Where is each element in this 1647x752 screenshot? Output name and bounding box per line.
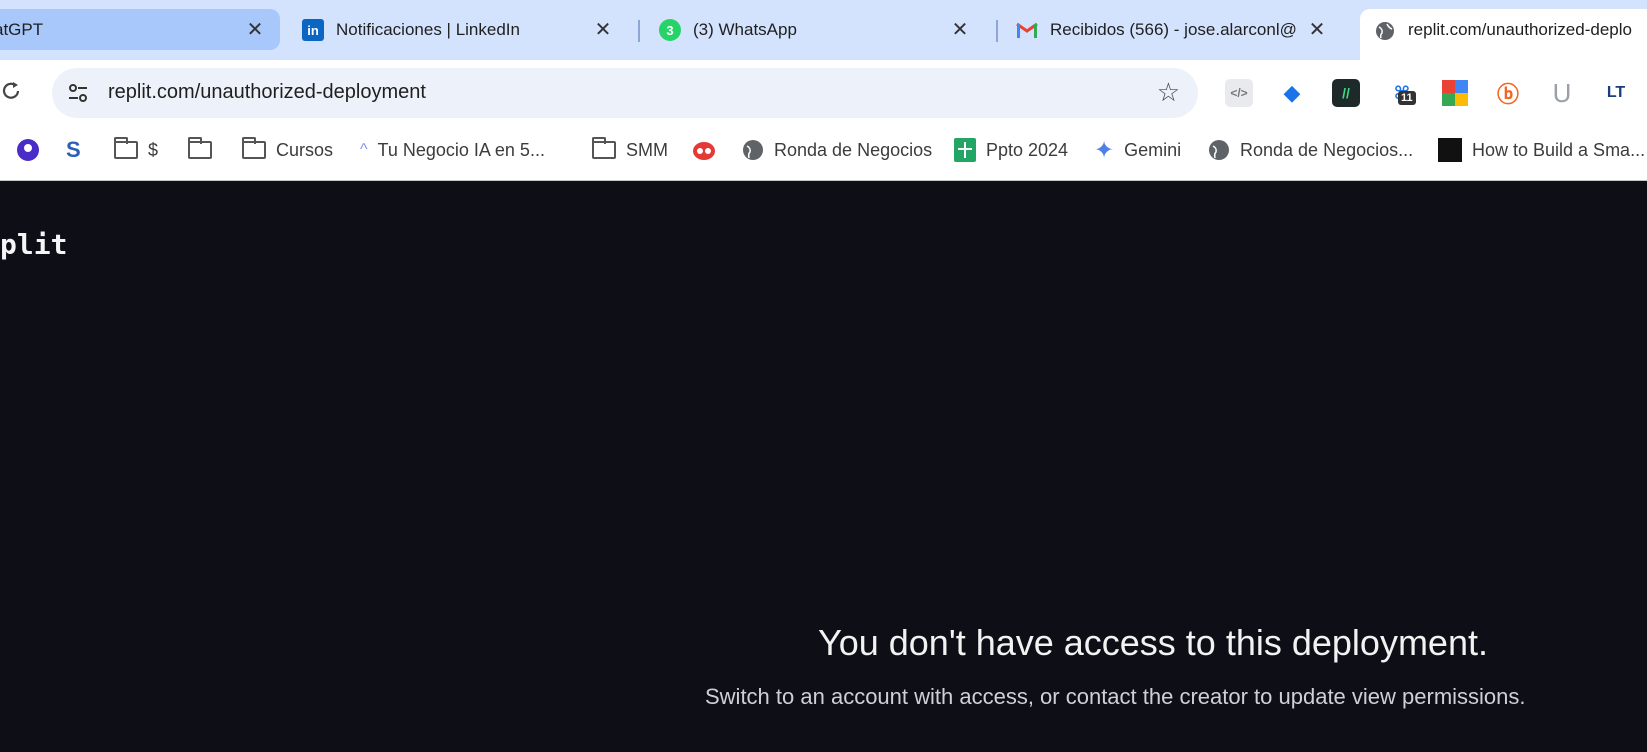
code-extension-icon[interactable]: </> (1225, 79, 1253, 107)
extension-badge-count: 11 (1398, 91, 1416, 105)
bookmark-folder-dollar[interactable]: $ (114, 137, 158, 163)
browser-toolbar: replit.com/unauthorized-deployment ☆ </>… (0, 60, 1647, 119)
tab-whatsapp[interactable]: 3 (3) WhatsApp ✕ (645, 9, 985, 51)
linkedin-icon: in (302, 19, 324, 41)
bitly-extension-icon[interactable]: ⓑ (1494, 79, 1522, 107)
bookmark-label: How to Build a Sma... (1472, 139, 1646, 160)
close-icon[interactable]: ✕ (1306, 20, 1328, 40)
address-bar[interactable]: replit.com/unauthorized-deployment ☆ (52, 68, 1198, 118)
bookmark-label: Tu Negocio IA en 5... (377, 139, 545, 160)
replit-logo[interactable]: plit (0, 228, 67, 261)
close-icon[interactable]: ✕ (949, 20, 971, 40)
bookmark-label: Ppto 2024 (986, 139, 1069, 160)
tab-title: (3) WhatsApp (693, 20, 797, 39)
bookmark-location[interactable] (16, 137, 50, 163)
tab-replit-active[interactable]: replit.com/unauthorized-deplo (1360, 9, 1647, 60)
tab-chatgpt[interactable]: atGPT ✕ (0, 9, 280, 50)
u-extension-icon[interactable]: U (1548, 78, 1576, 108)
wappalyzer-extension-icon[interactable]: // (1332, 79, 1360, 107)
globe-icon (1374, 20, 1396, 42)
whatsapp-icon: 3 (659, 19, 681, 41)
tab-separator (996, 20, 998, 42)
bookmark-tu-negocio[interactable]: ^ Tu Negocio IA en 5... (360, 137, 545, 163)
bookmark-star-icon[interactable]: ☆ (1157, 79, 1180, 105)
tab-linkedin[interactable]: in Notificaciones | LinkedIn ✕ (288, 9, 628, 51)
bookmark-label: SMM (626, 139, 668, 160)
bookmark-label: Ronda de Negocios (774, 139, 933, 160)
bookmark-ronda-negocios-2[interactable]: Ronda de Negocios... (1208, 137, 1413, 163)
google-maps-extension-icon[interactable] (1441, 79, 1469, 107)
bookmark-label: Ronda de Negocios... (1240, 139, 1414, 160)
globe-icon (742, 139, 764, 161)
bookmark-folder[interactable] (188, 137, 222, 163)
video-thumb-icon (1438, 138, 1462, 162)
close-icon[interactable]: ✕ (592, 20, 614, 40)
bookmark-folder-cursos[interactable]: Cursos (242, 137, 333, 163)
page-subtitle: Switch to an account with access, or con… (705, 684, 1526, 709)
tab-strip: atGPT ✕ in Notificaciones | LinkedIn ✕ 3… (0, 0, 1647, 60)
tab-title: replit.com/unauthorized-deplo (1408, 20, 1632, 39)
location-pin-icon (16, 138, 40, 162)
bookmark-label: $ (148, 139, 159, 160)
reload-icon[interactable] (0, 80, 22, 102)
url-text[interactable]: replit.com/unauthorized-deployment (108, 81, 426, 104)
folder-icon (592, 137, 616, 159)
bookmark-label: Gemini (1124, 139, 1182, 160)
tab-title: Notificaciones | LinkedIn (336, 20, 520, 39)
page-content: plit You don't have access to this deplo… (0, 182, 1647, 752)
tab-title: atGPT (0, 19, 44, 39)
tab-separator (638, 20, 640, 42)
languagetool-extension-icon[interactable]: LT (1602, 79, 1630, 107)
site-settings-icon[interactable] (66, 81, 90, 105)
robot-icon (692, 139, 716, 161)
close-icon[interactable]: ✕ (244, 20, 266, 40)
caret-icon: ^ (360, 141, 368, 158)
bookmark-gemini[interactable]: ✦ Gemini (1094, 136, 1182, 164)
bookmark-label: Cursos (276, 139, 334, 160)
bookmark-ppto-2024[interactable]: Ppto 2024 (954, 137, 1068, 163)
folder-icon (242, 137, 266, 159)
gmail-icon (1016, 19, 1038, 41)
tab-title: Recibidos (566) - jose.alarconl@ (1050, 20, 1297, 39)
s-logo-icon: S (66, 137, 81, 162)
sheets-icon (954, 138, 976, 162)
badge-extension-icon[interactable]: ⌘11 (1388, 79, 1416, 107)
folder-icon (114, 137, 138, 159)
bookmark-ronda-negocios[interactable]: Ronda de Negocios (742, 137, 932, 163)
gemini-sparkle-icon: ✦ (1094, 136, 1115, 164)
bookmark-s[interactable]: S (66, 137, 91, 163)
tag-extension-icon[interactable]: ◆ (1278, 79, 1306, 107)
page-title: You don't have access to this deployment… (818, 622, 1488, 663)
globe-icon (1208, 139, 1230, 161)
folder-icon (188, 137, 212, 159)
bookmark-robot[interactable] (692, 137, 726, 163)
tab-gmail[interactable]: Recibidos (566) - jose.alarconl@ ✕ (1002, 9, 1342, 51)
bookmark-how-to-build[interactable]: How to Build a Sma... (1438, 137, 1645, 163)
bookmarks-bar: S $ Cursos ^ Tu Negocio IA en 5... SMM R… (0, 119, 1647, 181)
bookmark-folder-smm[interactable]: SMM (592, 137, 668, 163)
